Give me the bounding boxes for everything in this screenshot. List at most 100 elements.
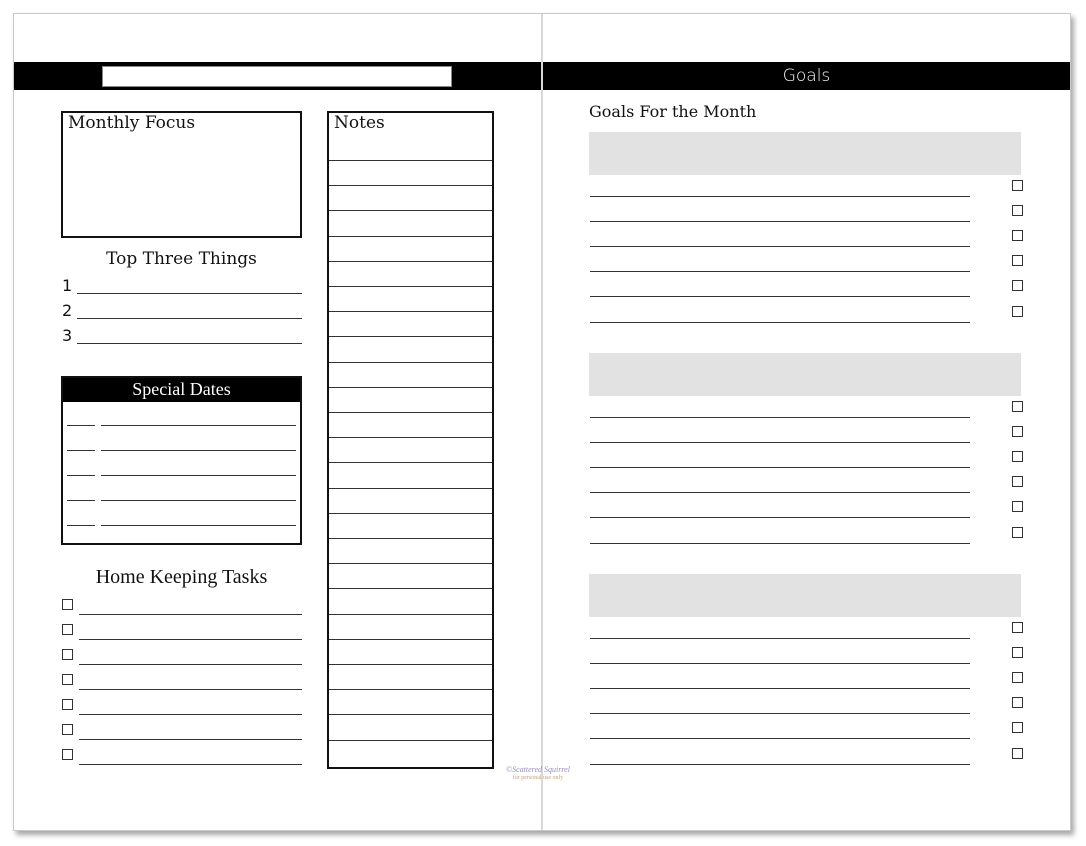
notes-line xyxy=(329,563,492,565)
notes-line xyxy=(329,336,492,338)
goal-step-line[interactable] xyxy=(590,738,970,740)
goal-title-block[interactable] xyxy=(589,574,1021,617)
home-keeping-line[interactable] xyxy=(79,739,302,740)
monthly-focus-box[interactable]: Monthly Focus xyxy=(61,111,302,238)
notes-line xyxy=(329,437,492,439)
checkbox-icon[interactable] xyxy=(1012,501,1023,513)
month-title-field[interactable] xyxy=(102,66,452,87)
goal-step-line[interactable] xyxy=(590,321,970,323)
notes-line xyxy=(329,361,492,363)
top-three-line[interactable] xyxy=(77,343,302,344)
special-date-event-line[interactable] xyxy=(101,425,296,426)
right-header-band: Goals xyxy=(543,62,1070,90)
checkbox-icon[interactable] xyxy=(1012,672,1023,684)
checkbox-icon[interactable] xyxy=(1012,622,1023,633)
goal-step-line[interactable] xyxy=(590,196,970,197)
checkbox-icon[interactable] xyxy=(62,649,73,660)
checkbox-icon[interactable] xyxy=(62,749,73,760)
special-date-event-line[interactable] xyxy=(101,475,296,476)
special-dates-heading: Special Dates xyxy=(63,378,300,402)
home-keeping-line[interactable] xyxy=(79,664,302,665)
checkbox-icon[interactable] xyxy=(1012,476,1023,488)
special-date-day-line[interactable] xyxy=(67,475,95,476)
notes-line xyxy=(329,210,492,212)
checkbox-icon[interactable] xyxy=(1012,426,1023,438)
goal-step-line[interactable] xyxy=(590,542,970,544)
top-three-number: 2 xyxy=(62,301,73,320)
top-three-line[interactable] xyxy=(77,318,302,319)
notes-line xyxy=(329,714,492,716)
goal-step-line[interactable] xyxy=(590,492,970,494)
goal-step-line[interactable] xyxy=(590,271,970,273)
checkbox-icon[interactable] xyxy=(1012,526,1023,538)
notes-line xyxy=(329,311,492,313)
goal-step-line[interactable] xyxy=(590,442,970,444)
special-date-event-line[interactable] xyxy=(101,500,296,501)
notes-line xyxy=(329,412,492,413)
goal-step-line[interactable] xyxy=(590,246,970,248)
notes-line xyxy=(329,286,492,287)
special-date-day-line[interactable] xyxy=(67,450,95,451)
checkbox-icon[interactable] xyxy=(1012,401,1023,412)
special-date-day-line[interactable] xyxy=(67,500,95,501)
notes-line xyxy=(329,512,492,514)
goals-band-title: Goals xyxy=(782,66,831,86)
home-keeping-line[interactable] xyxy=(79,614,302,615)
special-date-day-line[interactable] xyxy=(67,525,95,526)
notes-line xyxy=(329,185,492,187)
notes-box[interactable]: Notes xyxy=(327,111,494,769)
checkbox-icon[interactable] xyxy=(1012,230,1023,242)
goal-step-line[interactable] xyxy=(590,763,970,765)
notes-line xyxy=(329,160,492,161)
goal-title-block[interactable] xyxy=(589,132,1021,175)
goal-step-line[interactable] xyxy=(590,467,970,469)
goal-step-line[interactable] xyxy=(590,688,970,690)
checkbox-icon[interactable] xyxy=(1012,255,1023,267)
goal-step-line[interactable] xyxy=(590,713,970,715)
special-date-event-line[interactable] xyxy=(101,450,296,451)
top-three-number: 1 xyxy=(62,276,73,295)
checkbox-icon[interactable] xyxy=(1012,280,1023,292)
goal-title-block[interactable] xyxy=(589,353,1021,396)
notes-label: Notes xyxy=(334,113,385,133)
page-fold xyxy=(541,14,543,830)
special-date-day-line[interactable] xyxy=(67,425,95,426)
notes-line xyxy=(329,664,492,665)
notes-line xyxy=(329,235,492,237)
home-keeping-line[interactable] xyxy=(79,714,302,715)
home-keeping-heading: Home Keeping Tasks xyxy=(95,566,268,588)
home-keeping-line[interactable] xyxy=(79,639,302,640)
home-keeping-line[interactable] xyxy=(79,764,302,765)
checkbox-icon[interactable] xyxy=(62,674,73,685)
goal-step-line[interactable] xyxy=(590,663,970,665)
goal-step-line[interactable] xyxy=(590,638,970,639)
checkbox-icon[interactable] xyxy=(1012,647,1023,659)
watermark: ©Scattered Squirrel for personal use onl… xyxy=(506,766,570,782)
goals-for-month-heading: Goals For the Month xyxy=(589,102,757,121)
special-date-event-line[interactable] xyxy=(101,525,296,526)
checkbox-icon[interactable] xyxy=(1012,747,1023,759)
top-three-line[interactable] xyxy=(77,293,302,294)
top-three-heading: Top Three Things xyxy=(106,249,257,269)
checkbox-icon[interactable] xyxy=(62,599,73,610)
notes-line xyxy=(329,462,492,464)
notes-line xyxy=(329,386,492,388)
checkbox-icon[interactable] xyxy=(1012,697,1023,709)
checkbox-icon[interactable] xyxy=(62,699,73,710)
checkbox-icon[interactable] xyxy=(1012,722,1023,734)
checkbox-icon[interactable] xyxy=(62,724,73,735)
checkbox-icon[interactable] xyxy=(1012,451,1023,463)
goal-step-line[interactable] xyxy=(590,296,970,298)
watermark-line2: for personal use only xyxy=(512,775,564,781)
monthly-focus-label: Monthly Focus xyxy=(68,113,196,133)
goal-step-line[interactable] xyxy=(590,517,970,519)
goal-step-line[interactable] xyxy=(590,417,970,418)
checkbox-icon[interactable] xyxy=(1012,305,1023,317)
goal-step-line[interactable] xyxy=(590,221,970,223)
planner-spread: Monthly Focus Top Three Things Special D… xyxy=(13,13,1071,831)
checkbox-icon[interactable] xyxy=(1012,205,1023,217)
checkbox-icon[interactable] xyxy=(1012,180,1023,191)
checkbox-icon[interactable] xyxy=(62,624,73,635)
home-keeping-line[interactable] xyxy=(79,689,302,690)
special-dates-box: Special Dates xyxy=(61,376,302,545)
